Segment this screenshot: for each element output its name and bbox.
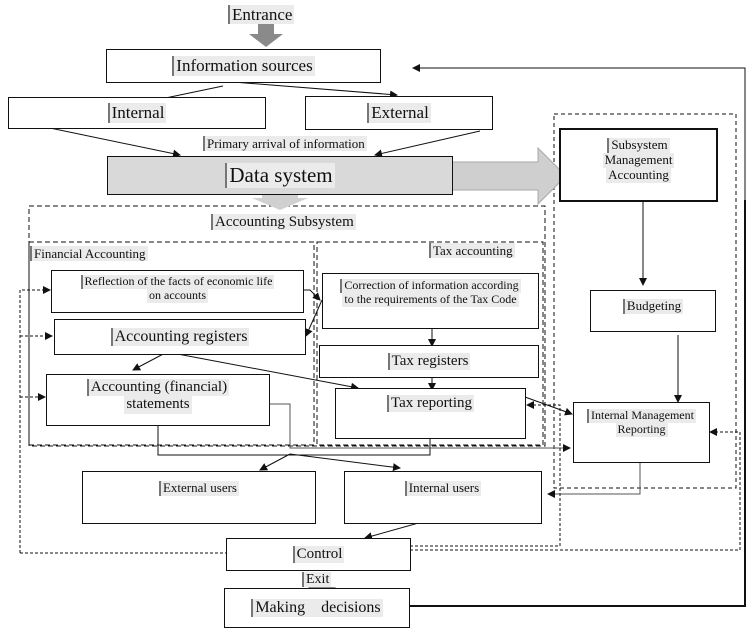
exit-label: Exit [302,572,332,588]
external-users-box[interactable]: External users [82,471,316,524]
tax-reporting-box[interactable]: Tax reporting [335,388,526,439]
making-decisions-box[interactable]: Making decisions [224,588,410,628]
entrance-label: Entrance [228,5,295,25]
external-box[interactable]: External [305,96,493,130]
data-system-box[interactable]: Data system [107,156,453,195]
data-to-management-arrow [449,146,567,206]
accounting-subsystem-label: Accounting Subsystem [211,214,356,231]
management-subsystem-box[interactable]: Subsystem Management Accounting [559,128,718,202]
internal-users-box[interactable]: Internal users [344,471,542,524]
primary-arrival-label: Primary arrival of information [203,136,367,152]
accounting-registers-box[interactable]: Accounting registers [54,319,306,355]
control-box[interactable]: Control [226,538,411,571]
financial-accounting-label: Financial Accounting [30,246,148,262]
budgeting-box[interactable]: Budgeting [590,290,716,332]
correction-box[interactable]: Correction of information according to t… [322,273,539,329]
internal-management-reporting-box[interactable]: Internal Management Reporting [573,402,710,463]
reflection-box[interactable]: Reflection of the facts of economic life… [51,270,304,313]
information-sources-box[interactable]: Information sources [106,49,381,83]
internal-box[interactable]: Internal [8,97,266,129]
tax-accounting-label: Tax accounting [429,243,515,259]
tax-registers-box[interactable]: Tax registers [319,345,539,378]
entrance-arrow [249,24,283,47]
accounting-statements-box[interactable]: Accounting (financial) statements [46,374,270,426]
